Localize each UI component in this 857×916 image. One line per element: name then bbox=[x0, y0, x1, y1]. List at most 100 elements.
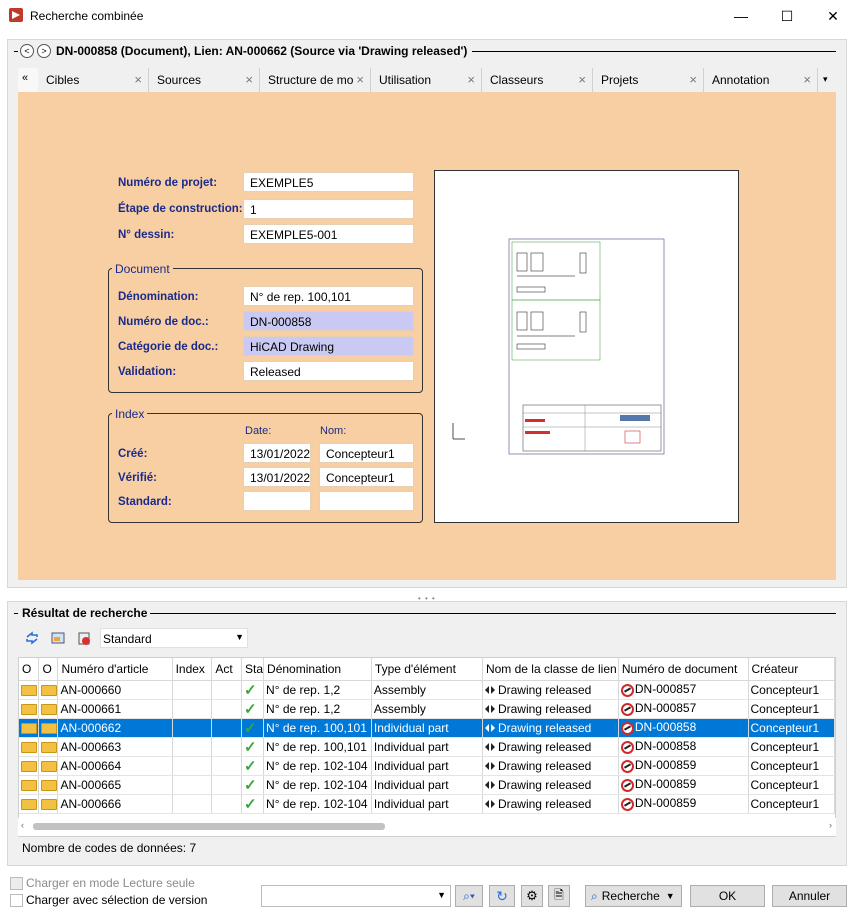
project-field[interactable]: EXEMPLE5 bbox=[243, 172, 414, 192]
minimize-button[interactable]: — bbox=[718, 0, 764, 32]
divider bbox=[14, 613, 18, 614]
drawing-field[interactable]: EXEMPLE5-001 bbox=[243, 224, 414, 244]
table-row[interactable]: AN-000660 ✓ N° de rep. 1,2 Assembly Drawing … bbox=[19, 680, 835, 700]
tab-label: Annotation bbox=[712, 73, 770, 87]
denomination-cell: N° de rep. 100,101 bbox=[263, 737, 372, 757]
delete-list-icon[interactable] bbox=[76, 630, 92, 646]
article-number-cell: AN-000662 bbox=[57, 718, 173, 738]
project-label: Numéro de projet: bbox=[118, 177, 218, 189]
tab-overflow-icon[interactable]: ▾ bbox=[818, 68, 836, 92]
table-row[interactable]: AN-000664 ✓ N° de rep. 102-104 Individual p… bbox=[19, 756, 835, 776]
cancel-button[interactable]: Annuler bbox=[772, 885, 847, 907]
document-button[interactable]: 🗎 bbox=[548, 885, 570, 907]
standard-date-field[interactable] bbox=[243, 491, 311, 511]
scroll-right-icon[interactable]: › bbox=[829, 820, 832, 830]
tab-projets[interactable]: Projets × bbox=[593, 68, 704, 92]
results-table: O O Numéro d'article Index Act Sta Dénom… bbox=[18, 657, 836, 837]
checked-date-field[interactable]: 13/01/2022 bbox=[243, 467, 311, 487]
creator-cell: Concepteur1 bbox=[748, 794, 835, 814]
close-icon[interactable]: × bbox=[803, 72, 811, 87]
standard-name-field[interactable] bbox=[319, 491, 414, 511]
tab-cibles[interactable]: Cibles × bbox=[38, 68, 149, 92]
close-icon[interactable]: × bbox=[578, 72, 586, 87]
locked-folder-icon bbox=[21, 722, 37, 734]
validation-field[interactable]: Released bbox=[243, 361, 414, 381]
index-cell bbox=[172, 756, 213, 776]
table-row[interactable]: AN-000662 ✓ N° de rep. 100,101 Individual p… bbox=[19, 718, 835, 738]
link-class-text: Drawing released bbox=[497, 796, 592, 811]
maximize-button[interactable]: ☐ bbox=[764, 0, 810, 32]
search-options-button[interactable]: ⌕▾ bbox=[455, 885, 483, 907]
close-icon[interactable]: × bbox=[245, 72, 253, 87]
readonly-checkbox[interactable] bbox=[10, 877, 23, 890]
stage-label: Étape de construction: bbox=[118, 203, 243, 215]
forward-icon[interactable]: > bbox=[37, 44, 51, 58]
tab-utilisation[interactable]: Utilisation × bbox=[371, 68, 482, 92]
table-row[interactable]: AN-000666 ✓ N° de rep. 102-104 Individual p… bbox=[19, 794, 835, 814]
back-icon[interactable]: < bbox=[20, 44, 34, 58]
column-header[interactable]: Nom de la classe de lien bbox=[482, 658, 619, 681]
refresh-button[interactable]: ↻ bbox=[489, 885, 515, 907]
stage-field[interactable]: 1 bbox=[243, 199, 414, 219]
search-button[interactable]: ⌕ Recherche ▼ bbox=[585, 885, 682, 907]
name-field[interactable]: N° de rep. 100,101 bbox=[243, 286, 414, 306]
scroll-thumb[interactable] bbox=[33, 823, 385, 830]
element-type-cell: Individual part bbox=[371, 737, 483, 757]
version-checkbox[interactable] bbox=[10, 894, 23, 907]
column-header[interactable]: Numéro de document bbox=[618, 658, 749, 681]
status-cell: ✓ bbox=[241, 775, 265, 795]
scroll-left-icon[interactable]: ‹ bbox=[21, 820, 24, 830]
column-header[interactable]: Numéro d'article bbox=[57, 658, 173, 681]
app-icon bbox=[9, 8, 23, 22]
article-number-cell: AN-000663 bbox=[57, 737, 173, 757]
column-header[interactable]: O bbox=[19, 658, 40, 681]
link-class-cell: Drawing released bbox=[482, 680, 619, 700]
close-button[interactable]: ✕ bbox=[810, 0, 856, 32]
table-row[interactable]: AN-000665 ✓ N° de rep. 102-104 Individual p… bbox=[19, 775, 835, 795]
active-cell bbox=[211, 737, 243, 757]
link-direction-icon bbox=[484, 705, 495, 714]
creator-cell: Concepteur1 bbox=[748, 699, 835, 719]
record-count: Nombre de codes de données: 7 bbox=[22, 841, 197, 855]
view-select[interactable]: Standard ▼ bbox=[100, 628, 248, 648]
ok-button[interactable]: OK bbox=[690, 885, 765, 907]
window-title: Recherche combinée bbox=[30, 9, 144, 23]
tab-classeurs[interactable]: Classeurs × bbox=[482, 68, 593, 92]
close-icon[interactable]: × bbox=[467, 72, 475, 87]
index-cell bbox=[172, 718, 213, 738]
tab-sources[interactable]: Sources × bbox=[149, 68, 260, 92]
category-label: Catégorie de doc.: bbox=[118, 341, 219, 353]
tab-collapse-icon[interactable]: « bbox=[18, 68, 38, 92]
checked-name-field[interactable]: Concepteur1 bbox=[319, 467, 414, 487]
lock-cell bbox=[19, 756, 40, 776]
tab-structure[interactable]: Structure de mo × bbox=[260, 68, 371, 92]
column-header[interactable]: Dénomination bbox=[263, 658, 372, 681]
tab-annotation[interactable]: Annotation × bbox=[704, 68, 818, 92]
column-header[interactable]: Type d'élément bbox=[371, 658, 483, 681]
close-icon[interactable]: × bbox=[689, 72, 697, 87]
column-header[interactable]: Index bbox=[172, 658, 213, 681]
name-column-label: Nom: bbox=[320, 425, 347, 437]
checkmark-icon: ✓ bbox=[244, 719, 257, 737]
checkmark-icon: ✓ bbox=[244, 681, 257, 699]
refresh-icon[interactable] bbox=[24, 630, 40, 646]
close-icon[interactable]: × bbox=[134, 72, 142, 87]
column-header[interactable]: Act bbox=[211, 658, 243, 681]
close-icon[interactable]: × bbox=[356, 72, 364, 87]
column-header[interactable]: Créateur bbox=[748, 658, 835, 681]
search-history-select[interactable]: ▼ bbox=[261, 885, 451, 907]
magnifier-icon: ⌕▾ bbox=[463, 888, 475, 903]
table-row[interactable]: AN-000663 ✓ N° de rep. 100,101 Individual p… bbox=[19, 737, 835, 757]
column-header[interactable]: Sta bbox=[241, 658, 265, 681]
folder-icon bbox=[41, 722, 57, 734]
element-type-cell: Assembly bbox=[371, 680, 483, 700]
column-header[interactable]: O bbox=[38, 658, 59, 681]
denomination-cell: N° de rep. 1,2 bbox=[263, 680, 372, 700]
created-name-field[interactable]: Concepteur1 bbox=[319, 443, 414, 463]
article-number-cell: AN-000665 bbox=[57, 775, 173, 795]
tab-label: Projets bbox=[601, 73, 639, 87]
settings-button[interactable]: ⚙ bbox=[521, 885, 543, 907]
created-date-field[interactable]: 13/01/2022 bbox=[243, 443, 311, 463]
export-icon[interactable] bbox=[50, 630, 66, 646]
table-row[interactable]: AN-000661 ✓ N° de rep. 1,2 Assembly Drawing … bbox=[19, 699, 835, 719]
